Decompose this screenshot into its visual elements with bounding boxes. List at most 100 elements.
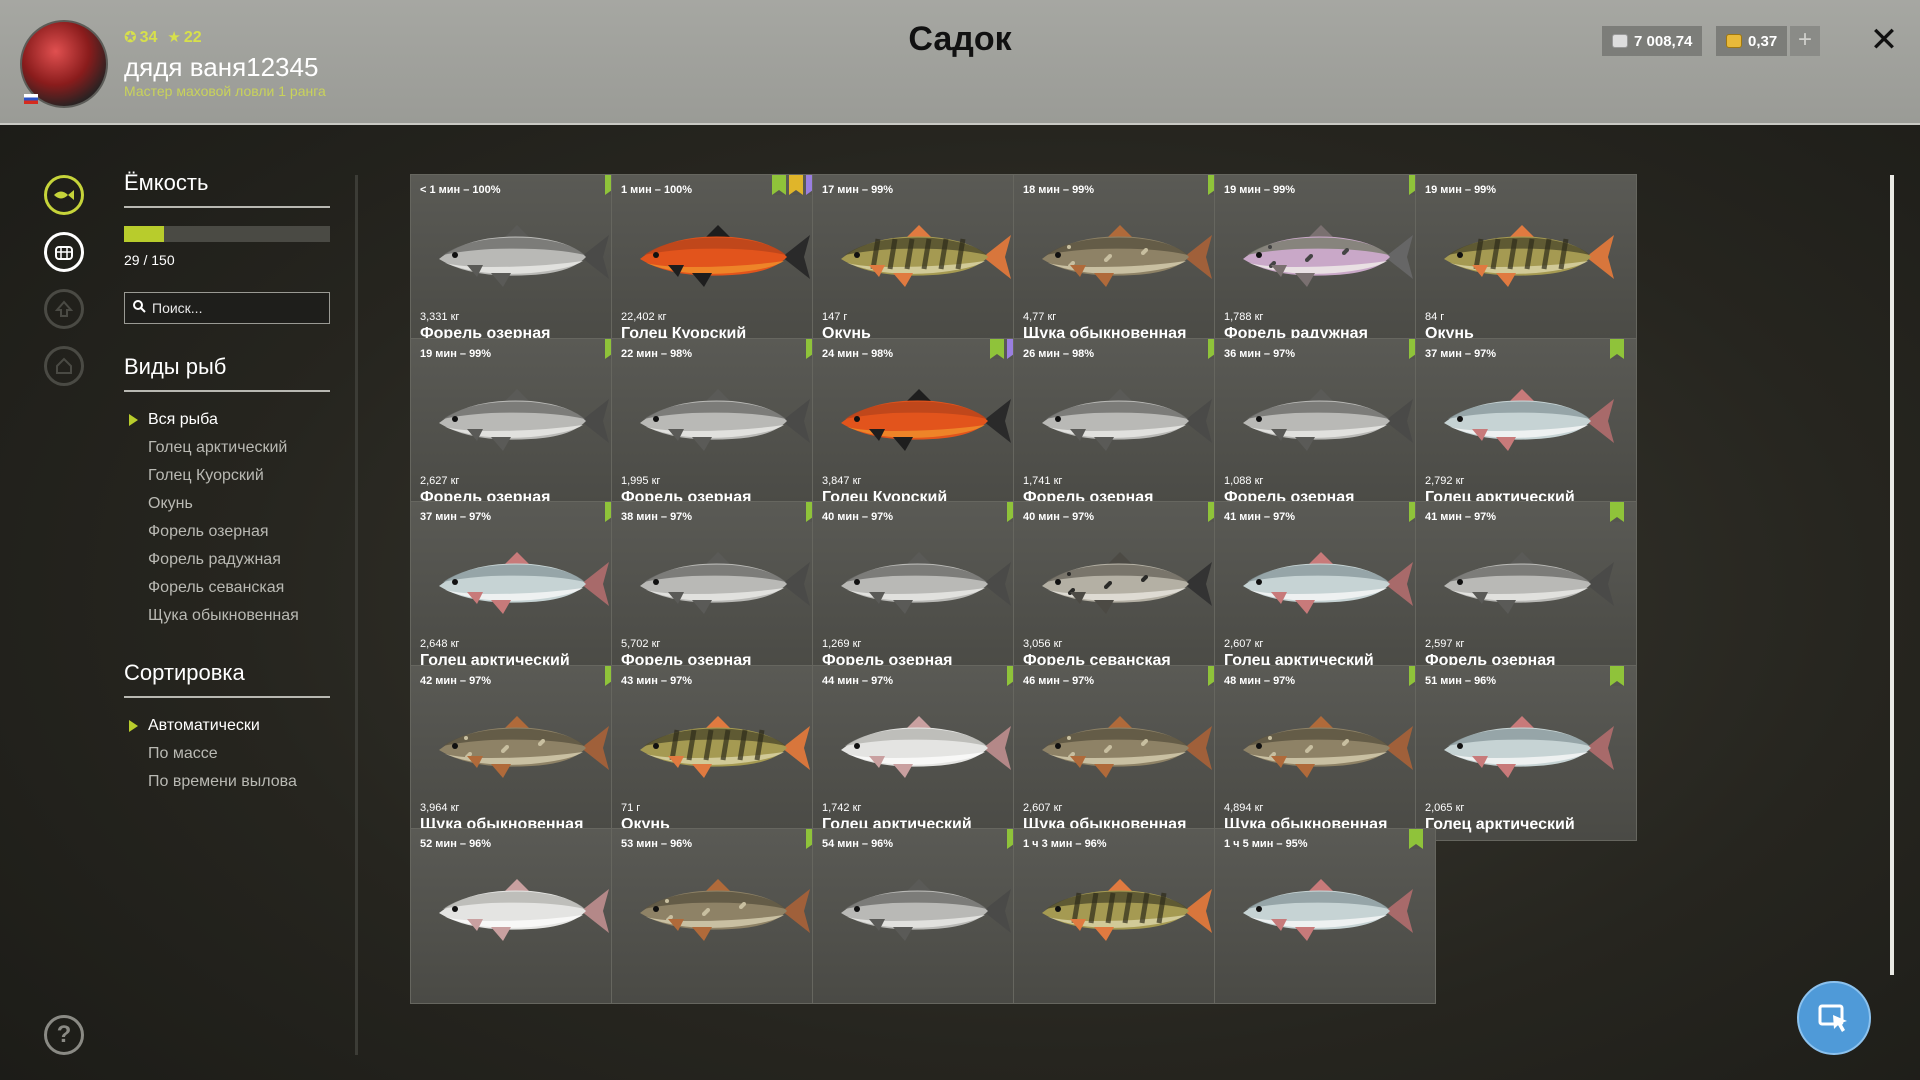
catch-time: 17 мин – 99% bbox=[822, 184, 894, 196]
species-filter-item[interactable]: Щука обыкновенная bbox=[124, 602, 330, 630]
catch-time: 22 мин – 98% bbox=[621, 347, 693, 360]
sort-option-item[interactable]: По времени вылова bbox=[124, 768, 330, 796]
fish-image bbox=[439, 552, 609, 614]
species-filter-item[interactable]: Форель севанская bbox=[124, 574, 330, 602]
fish-card[interactable]: 1 мин – 100% 22,402 кг Голец Куорский bbox=[611, 174, 833, 350]
fish-image bbox=[640, 388, 810, 451]
fish-card[interactable]: 19 мин – 99% 1,788 кг Форель радужная bbox=[1214, 174, 1436, 350]
fish-card[interactable]: 19 мин – 99% 84 г Окунь bbox=[1415, 174, 1637, 350]
fish-card[interactable]: 43 мин – 97% 71 г Окунь bbox=[611, 664, 833, 841]
fish-image bbox=[1444, 388, 1614, 451]
catch-time: 54 мин – 96% bbox=[822, 838, 894, 850]
fish-image bbox=[640, 552, 810, 614]
fish-weight: 3,964 кг bbox=[420, 801, 460, 814]
fish-image bbox=[841, 879, 1011, 941]
fish-card[interactable]: 18 мин – 99% 4,77 кг Щука обыкновенная bbox=[1013, 174, 1235, 350]
fish-card[interactable]: 46 мин – 97% 2,607 кг Щука обыкновенная bbox=[1013, 664, 1235, 841]
fish-image bbox=[841, 388, 1011, 451]
fish-card[interactable]: 53 мин – 96% bbox=[611, 828, 833, 1004]
catch-time: 36 мин – 97% bbox=[1224, 347, 1296, 360]
sort-list: Автоматически По массе По времени вылова bbox=[124, 712, 330, 796]
search-box[interactable] bbox=[124, 292, 330, 324]
fish-weight: 4,894 кг bbox=[1224, 801, 1264, 814]
fish-card[interactable]: 44 мин – 97% 1,742 кг Голец арктический bbox=[812, 664, 1034, 841]
add-currency-button[interactable]: + bbox=[1790, 26, 1820, 56]
fish-card[interactable]: 1 ч 3 мин – 96% bbox=[1013, 828, 1235, 1004]
catch-time: 37 мин – 97% bbox=[420, 511, 492, 523]
close-button[interactable]: ✕ bbox=[1864, 20, 1904, 60]
fish-card[interactable]: 41 мин – 97% 2,597 кг Форель озерная bbox=[1415, 501, 1637, 677]
catch-time: 40 мин – 97% bbox=[1023, 511, 1095, 523]
fish-weight: 2,597 кг bbox=[1425, 638, 1465, 650]
player-rank: Мастер маховой ловли 1 ранга bbox=[124, 83, 326, 99]
species-title: Виды рыб bbox=[124, 354, 330, 392]
fish-image bbox=[640, 879, 810, 941]
fish-card[interactable]: 24 мин – 98% 3,847 кг Голец Куорский bbox=[812, 337, 1034, 514]
green-bookmark-icon bbox=[1610, 338, 1624, 359]
catch-time: 52 мин – 96% bbox=[420, 838, 492, 850]
fish-weight: 2,792 кг bbox=[1425, 474, 1465, 487]
level-up-icon[interactable] bbox=[44, 289, 84, 329]
catch-time: 18 мин – 99% bbox=[1023, 184, 1095, 196]
fish-image bbox=[1243, 388, 1413, 451]
species-filter-item[interactable]: Вся рыба bbox=[124, 406, 330, 434]
fish-card[interactable]: 41 мин – 97% 2,607 кг Голец арктический bbox=[1214, 501, 1436, 677]
fish-card[interactable]: 22 мин – 98% 1,995 кг Форель озерная bbox=[611, 337, 833, 514]
fish-card[interactable]: 19 мин – 99% 2,627 кг Форель озерная bbox=[410, 337, 632, 514]
catch-time: 19 мин – 99% bbox=[420, 347, 492, 360]
filter-sidebar: Ёмкость 29 / 150 Виды рыб Вся рыбаГолец … bbox=[124, 170, 330, 796]
fish-card[interactable]: 38 мин – 97% 5,702 кг Форель озерная bbox=[611, 501, 833, 677]
fish-image bbox=[439, 879, 609, 941]
catch-time: 38 мин – 97% bbox=[621, 511, 693, 523]
fish-card[interactable]: 48 мин – 97% 4,894 кг Щука обыкновенная bbox=[1214, 664, 1436, 841]
fish-image bbox=[439, 225, 609, 287]
sort-option-item[interactable]: По массе bbox=[124, 740, 330, 768]
species-filter-item[interactable]: Голец Куорский bbox=[124, 462, 330, 490]
green-bookmark-icon bbox=[1409, 829, 1423, 849]
fish-weight: 2,607 кг bbox=[1023, 801, 1063, 814]
species-filter-item[interactable]: Окунь bbox=[124, 490, 330, 518]
fish-tags bbox=[1409, 829, 1423, 849]
fish-card[interactable]: 37 мин – 97% 2,792 кг Голец арктический bbox=[1415, 337, 1637, 514]
fish-card[interactable]: 26 мин – 98% 1,741 кг Форель озерная bbox=[1013, 337, 1235, 514]
fish-card[interactable]: 37 мин – 97% 2,648 кг Голец арктический bbox=[410, 501, 632, 677]
species-filter-item[interactable]: Форель озерная bbox=[124, 518, 330, 546]
fish-card[interactable]: < 1 мин – 100% 3,331 кг Форель озерная bbox=[410, 174, 632, 350]
catch-time: 44 мин – 97% bbox=[822, 674, 894, 687]
catch-time: 41 мин – 97% bbox=[1425, 511, 1497, 523]
fish-card[interactable]: 40 мин – 97% 1,269 кг Форель озерная bbox=[812, 501, 1034, 677]
fish-card[interactable]: 42 мин – 97% 3,964 кг Щука обыкновенная bbox=[410, 664, 632, 841]
species-filter-item[interactable]: Голец арктический bbox=[124, 434, 330, 462]
fish-card[interactable]: 17 мин – 99% 147 г Окунь bbox=[812, 174, 1034, 350]
fish-card[interactable]: 54 мин – 96% bbox=[812, 828, 1034, 1004]
fish-image bbox=[1243, 552, 1413, 614]
fish-weight: 84 г bbox=[1425, 311, 1445, 323]
fish-card[interactable]: 36 мин – 97% 1,088 кг Форель озерная bbox=[1214, 337, 1436, 514]
fish-weight: 3,331 кг bbox=[420, 311, 460, 323]
sort-option-item[interactable]: Автоматически bbox=[124, 712, 330, 740]
fish-card[interactable]: 1 ч 5 мин – 95% bbox=[1214, 828, 1436, 1004]
fish-weight: 1,742 кг bbox=[822, 801, 862, 814]
fish-weight: 2,065 кг bbox=[1425, 801, 1465, 814]
fish-image bbox=[640, 225, 810, 287]
question-icon[interactable]: ? bbox=[44, 1015, 84, 1055]
search-input[interactable] bbox=[152, 300, 312, 316]
grid-scrollbar[interactable] bbox=[1890, 175, 1894, 975]
catch-time: 26 мин – 98% bbox=[1023, 347, 1095, 360]
home-icon[interactable] bbox=[44, 346, 84, 386]
fish-icon[interactable] bbox=[44, 175, 84, 215]
fish-card[interactable]: 51 мин – 96% 2,065 кг Голец арктический bbox=[1415, 664, 1637, 841]
fish-card[interactable]: 40 мин – 97% 3,056 кг Форель севанская bbox=[1013, 501, 1235, 677]
cursor-button[interactable] bbox=[1797, 981, 1871, 1055]
catch-time: 1 ч 5 мин – 95% bbox=[1224, 838, 1308, 850]
catch-time: 19 мин – 99% bbox=[1425, 184, 1497, 196]
keepnet-icon[interactable] bbox=[44, 232, 84, 272]
fish-card[interactable]: 52 мин – 96% bbox=[410, 828, 632, 1004]
fish-grid: < 1 мин – 100% 3,331 кг Форель озерная 1 ми… bbox=[410, 174, 1862, 1080]
catch-time: 42 мин – 97% bbox=[420, 674, 492, 687]
species-filter-item[interactable]: Форель радужная bbox=[124, 546, 330, 574]
catch-time: < 1 мин – 100% bbox=[420, 184, 501, 196]
species-list: Вся рыба Голец арктический Голец Куорский О… bbox=[124, 406, 330, 630]
fish-image bbox=[1042, 552, 1212, 614]
green-bookmark-icon bbox=[772, 175, 786, 195]
